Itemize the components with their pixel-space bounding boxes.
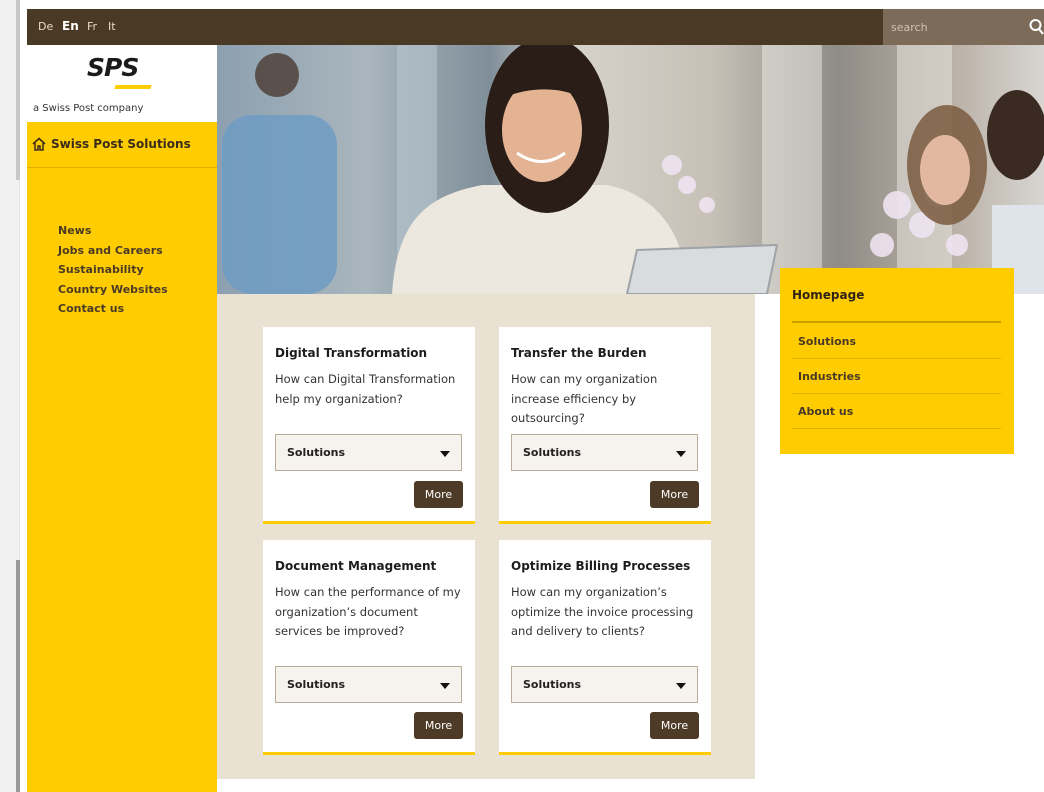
card-title: Transfer the Burden <box>511 346 647 360</box>
card-text: How can the performance of my organizati… <box>275 585 461 638</box>
edge-stripe <box>16 560 20 792</box>
search-box <box>883 9 1044 45</box>
language-it[interactable]: It <box>108 20 116 33</box>
card-title: Optimize Billing Processes <box>511 559 691 573</box>
sps-logo: SPS <box>87 53 139 82</box>
dropdown-value: Solutions <box>523 678 582 691</box>
caret-down-icon <box>676 451 686 457</box>
homepage-nav-title[interactable]: Homepage <box>792 288 864 302</box>
hero-illustration <box>222 45 1044 294</box>
sidebar-nav: News Jobs and Careers Sustainability Cou… <box>58 221 168 319</box>
more-button[interactable]: More <box>650 712 699 739</box>
sidebar-item-jobs-and-careers[interactable]: Jobs and Careers <box>58 241 168 261</box>
card-title: Document Management <box>275 559 437 573</box>
more-button[interactable]: More <box>414 481 463 508</box>
solutions-dropdown[interactable]: Solutions <box>275 434 462 471</box>
card-text: How can Digital Transformation help my o… <box>275 372 456 406</box>
search-input[interactable] <box>891 17 1011 37</box>
nav-item-label: About us <box>798 405 854 418</box>
dropdown-value: Solutions <box>287 678 346 691</box>
sidebar-item-contact-us[interactable]: Contact us <box>58 299 168 319</box>
language-de[interactable]: De <box>38 20 53 33</box>
card-document-management: Document Management How can the performa… <box>263 540 475 755</box>
sidebar-item-sustainability[interactable]: Sustainability <box>58 260 168 280</box>
home-icon <box>32 137 46 151</box>
caret-down-icon <box>440 683 450 689</box>
more-button[interactable]: More <box>414 712 463 739</box>
card-text: How can my organization’s optimize the i… <box>511 585 694 638</box>
sidebar-divider <box>27 167 217 168</box>
card-digital-transformation: Digital Transformation How can Digital T… <box>263 327 475 524</box>
more-button[interactable]: More <box>650 481 699 508</box>
window-edge <box>0 0 20 792</box>
card-text: How can my organization increase efficie… <box>511 372 658 425</box>
nav-item-solutions[interactable]: Solutions <box>792 324 1001 359</box>
nav-item-about-us[interactable]: About us <box>792 394 1001 429</box>
solutions-dropdown[interactable]: Solutions <box>275 666 462 703</box>
card-optimize-billing-processes: Optimize Billing Processes How can my or… <box>499 540 711 755</box>
sidebar: SPS a Swiss Post company Swiss Post Solu… <box>27 45 217 792</box>
language-en[interactable]: En <box>62 19 79 33</box>
caret-down-icon <box>676 683 686 689</box>
search-icon[interactable] <box>1029 18 1044 36</box>
home-link[interactable]: Swiss Post Solutions <box>31 136 191 152</box>
language-fr[interactable]: Fr <box>87 20 97 33</box>
dropdown-value: Solutions <box>287 446 346 459</box>
home-link-label: Swiss Post Solutions <box>51 137 191 151</box>
dropdown-value: Solutions <box>523 446 582 459</box>
card-title: Digital Transformation <box>275 346 428 360</box>
solutions-dropdown[interactable]: Solutions <box>511 666 698 703</box>
solutions-dropdown[interactable]: Solutions <box>511 434 698 471</box>
logo-area[interactable]: SPS a Swiss Post company <box>27 45 217 122</box>
nav-separator <box>792 321 1001 323</box>
edge-stripe <box>16 0 20 180</box>
card-transfer-the-burden: Transfer the Burden How can my organizat… <box>499 327 711 524</box>
nav-item-label: Solutions <box>798 335 857 348</box>
logo-underline <box>114 85 152 89</box>
sidebar-item-news[interactable]: News <box>58 221 168 241</box>
nav-item-label: Industries <box>798 370 861 383</box>
hero-image <box>217 45 1044 294</box>
logo-tagline: a Swiss Post company <box>33 103 144 114</box>
nav-item-industries[interactable]: Industries <box>792 359 1001 394</box>
caret-down-icon <box>440 451 450 457</box>
sidebar-item-country-websites[interactable]: Country Websites <box>58 280 168 300</box>
homepage-nav: Homepage Solutions Industries About us <box>780 268 1014 454</box>
